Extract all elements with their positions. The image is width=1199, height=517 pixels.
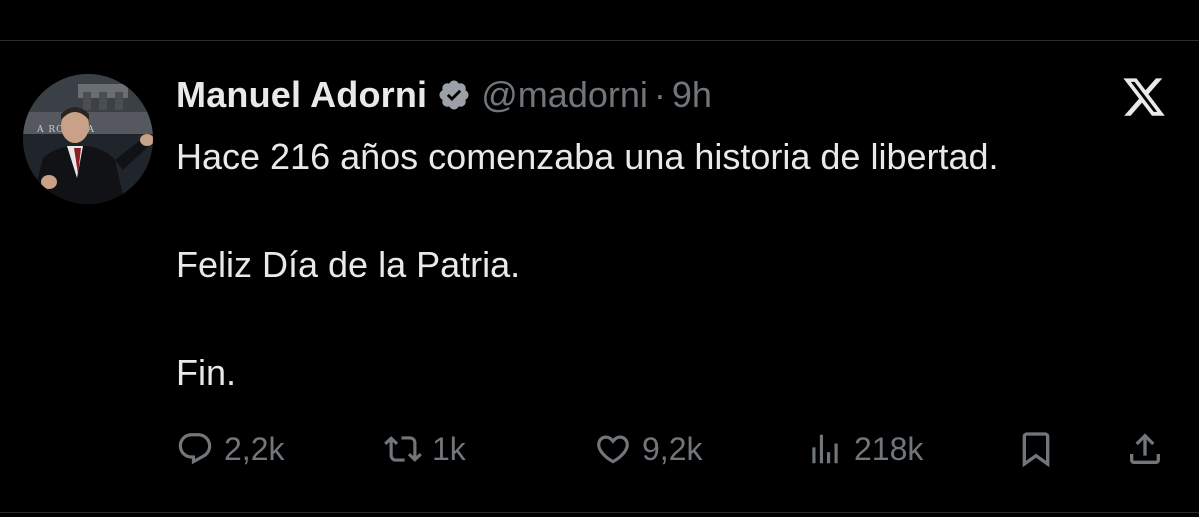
tweet-line: Feliz Día de la Patria.: [176, 244, 521, 285]
bookmark-button[interactable]: [1016, 424, 1056, 474]
meta-separator: ·: [653, 74, 666, 115]
share-icon: [1130, 433, 1160, 464]
heart-icon: [597, 435, 629, 464]
tweet-line: Hace 216 años comenzaba una historia de …: [176, 136, 999, 177]
views-icon: [812, 434, 838, 464]
avatar-photo: A ROSADA: [23, 74, 153, 204]
author-handle[interactable]: @madorni: [481, 74, 648, 116]
repost-icon: [384, 436, 422, 462]
tweet-line: Fin.: [176, 352, 237, 393]
views-button[interactable]: 218k: [806, 424, 923, 474]
views-count: 218k: [854, 430, 924, 467]
bottom-divider: [0, 512, 1199, 513]
tweet-header: Manuel Adorni @madorni · 9h: [176, 70, 712, 120]
avatar[interactable]: A ROSADA: [23, 74, 153, 204]
top-divider: [0, 40, 1199, 41]
tweet-timestamp[interactable]: 9h: [672, 74, 712, 116]
share-button[interactable]: [1125, 424, 1165, 474]
reply-icon: [178, 433, 212, 465]
verified-badge-icon: [437, 78, 471, 112]
repost-button[interactable]: 1k: [384, 424, 466, 474]
like-button[interactable]: 9,2k: [594, 424, 702, 474]
reply-button[interactable]: 2,2k: [176, 424, 284, 474]
repost-count: 1k: [432, 430, 466, 467]
bookmark-icon: [1022, 432, 1050, 468]
author-display-name[interactable]: Manuel Adorni: [176, 74, 427, 116]
tweet-text: Hace 216 años comenzaba una historia de …: [176, 130, 999, 400]
like-count: 9,2k: [642, 430, 703, 467]
reply-count: 2,2k: [224, 430, 285, 467]
x-logo-icon: [1120, 74, 1168, 120]
